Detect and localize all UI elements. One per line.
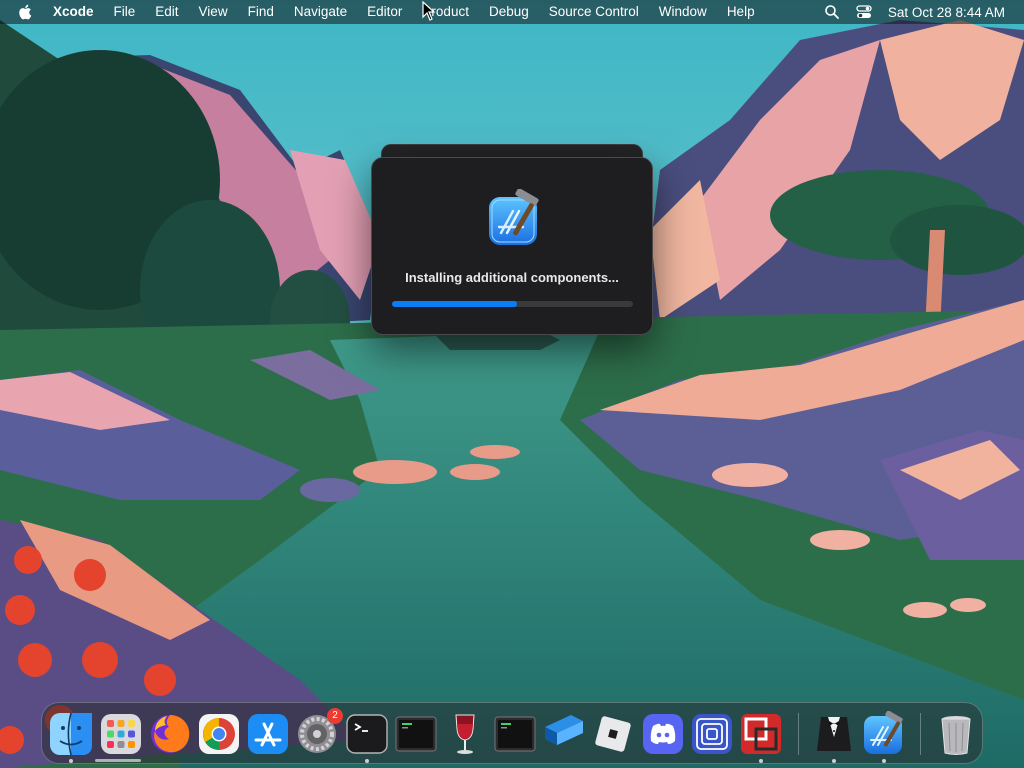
menu-file[interactable]: File — [104, 0, 146, 24]
tuxedo-icon — [817, 717, 851, 751]
dock-system-settings[interactable]: 2 — [294, 708, 343, 757]
trash-icon — [941, 716, 971, 755]
install-progress-dialog: Installing additional components... — [371, 157, 653, 335]
running-indicator — [882, 759, 886, 763]
dock-console[interactable] — [393, 711, 439, 757]
discord-icon — [643, 714, 683, 754]
menu-view[interactable]: View — [189, 0, 238, 24]
dock-console-2[interactable] — [492, 711, 538, 757]
app-store-icon — [248, 714, 288, 754]
finder-icon — [50, 712, 92, 756]
desktop-wallpaper — [0, 0, 1024, 768]
roblox-icon — [595, 716, 631, 752]
dock-wine[interactable] — [442, 711, 488, 757]
menu-editor[interactable]: Editor — [357, 0, 412, 24]
dock-separator — [798, 713, 799, 755]
dock-scroll-indicator — [95, 759, 141, 762]
launchpad-icon — [101, 714, 141, 754]
parallels-icon — [741, 714, 781, 754]
control-center-icon[interactable] — [856, 4, 872, 20]
running-indicator — [832, 759, 836, 763]
dock-bartender[interactable] — [811, 711, 857, 757]
dock-app-store[interactable] — [245, 711, 291, 757]
dock-launchpad[interactable] — [98, 711, 144, 757]
dock-chrome[interactable] — [196, 711, 242, 757]
dock-parallels[interactable] — [738, 711, 784, 757]
notification-badge: 2 — [327, 708, 343, 724]
running-indicator — [69, 759, 73, 763]
menu-bar: Xcode File Edit View Find Navigate Edito… — [0, 0, 1024, 24]
menu-navigate[interactable]: Navigate — [284, 0, 357, 24]
running-indicator — [759, 759, 763, 763]
apple-icon[interactable] — [17, 3, 35, 21]
firefox-icon — [151, 715, 190, 753]
xcode-icon — [489, 189, 539, 245]
menu-find[interactable]: Find — [238, 0, 284, 24]
install-status-text: Installing additional components... — [405, 270, 619, 285]
xcode-icon — [864, 711, 903, 754]
console-icon — [395, 716, 437, 752]
dock-sourcetree[interactable] — [541, 711, 587, 757]
sourcetree-icon — [545, 715, 583, 745]
menu-debug[interactable]: Debug — [479, 0, 539, 24]
running-indicator — [365, 759, 369, 763]
dock-roblox[interactable] — [590, 711, 636, 757]
dock-network-tool[interactable] — [689, 711, 735, 757]
progress-fill — [392, 301, 518, 307]
terminal-icon — [346, 714, 388, 754]
dock: 2 — [41, 702, 983, 764]
progress-bar — [392, 301, 633, 307]
dock-discord[interactable] — [640, 711, 686, 757]
dock-separator — [920, 713, 921, 755]
dock-xcode[interactable] — [861, 711, 907, 757]
menu-app-name[interactable]: Xcode — [53, 0, 104, 24]
dock-finder[interactable] — [48, 711, 94, 757]
menu-window[interactable]: Window — [649, 0, 717, 24]
chrome-icon — [199, 714, 239, 754]
dock-firefox[interactable] — [147, 711, 193, 757]
console-icon — [494, 716, 536, 752]
menu-source-control[interactable]: Source Control — [539, 0, 649, 24]
concentric-squares-icon — [692, 714, 732, 754]
dock-trash[interactable] — [933, 711, 979, 757]
dock-terminal[interactable] — [344, 711, 390, 757]
menu-help[interactable]: Help — [717, 0, 765, 24]
menu-edit[interactable]: Edit — [145, 0, 188, 24]
wine-icon — [455, 714, 475, 754]
spotlight-search-icon[interactable] — [824, 4, 840, 20]
mouse-cursor-icon — [422, 1, 436, 21]
menu-clock[interactable]: Sat Oct 28 8:44 AM — [888, 5, 1005, 20]
